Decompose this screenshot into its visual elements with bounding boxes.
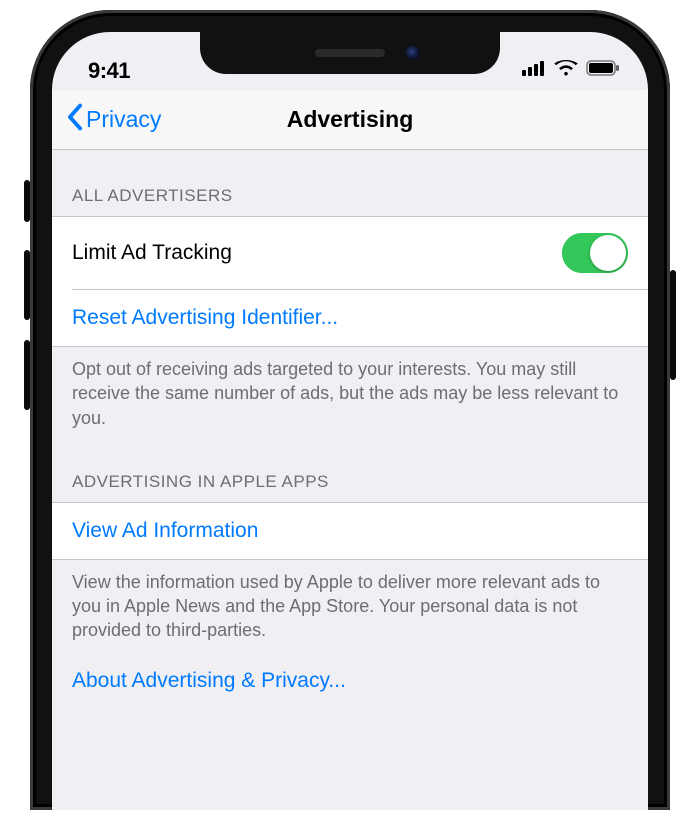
volume-up-button: [24, 250, 30, 320]
limit-ad-tracking-toggle[interactable]: [562, 233, 628, 273]
notch: [200, 32, 500, 74]
toggle-knob: [590, 235, 626, 271]
back-label: Privacy: [86, 106, 161, 133]
wifi-icon: [554, 56, 578, 82]
section-apple-apps: View Ad Information: [52, 502, 648, 560]
back-button[interactable]: Privacy: [66, 103, 161, 137]
section-header-apple-apps: ADVERTISING IN APPLE APPS: [52, 438, 648, 502]
status-icons: [522, 56, 620, 84]
front-camera: [406, 46, 420, 60]
cellular-icon: [522, 56, 546, 82]
reset-advertising-identifier-label: Reset Advertising Identifier...: [72, 306, 338, 330]
phone-device-frame: 9:41 Privacy Advertising: [30, 10, 670, 810]
reset-advertising-identifier-row[interactable]: Reset Advertising Identifier...: [52, 290, 648, 346]
section-footer-apple-apps: View the information used by Apple to de…: [52, 560, 648, 651]
volume-down-button: [24, 340, 30, 410]
view-ad-information-row[interactable]: View Ad Information: [52, 503, 648, 559]
status-time: 9:41: [88, 58, 130, 84]
about-advertising-privacy-link[interactable]: About Advertising & Privacy...: [52, 651, 648, 701]
navigation-bar: Privacy Advertising: [52, 90, 648, 150]
battery-icon: [586, 56, 620, 82]
earpiece-speaker: [315, 49, 385, 57]
view-ad-information-label: View Ad Information: [72, 519, 258, 543]
section-all-advertisers: Limit Ad Tracking Reset Advertising Iden…: [52, 216, 648, 347]
section-footer-all-advertisers: Opt out of receiving ads targeted to you…: [52, 347, 648, 438]
section-header-all-advertisers: ALL ADVERTISERS: [52, 152, 648, 216]
settings-content: ALL ADVERTISERS Limit Ad Tracking Reset …: [52, 150, 648, 701]
silent-switch: [24, 180, 30, 222]
side-button: [670, 270, 676, 380]
limit-ad-tracking-row[interactable]: Limit Ad Tracking: [52, 217, 648, 289]
limit-ad-tracking-label: Limit Ad Tracking: [72, 241, 232, 265]
screen: 9:41 Privacy Advertising: [52, 32, 648, 810]
chevron-left-icon: [66, 103, 84, 137]
